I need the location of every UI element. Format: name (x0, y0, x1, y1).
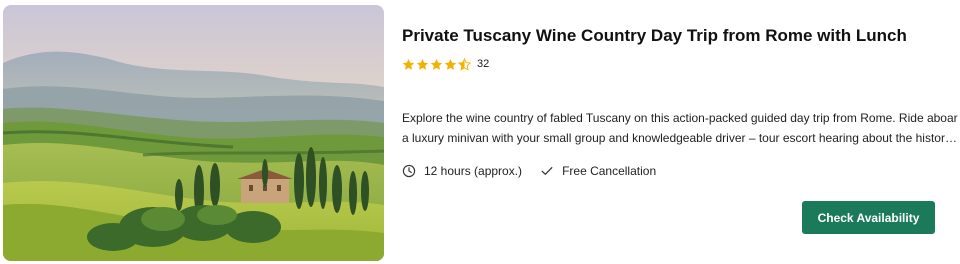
star-icon (402, 58, 415, 70)
star-icon (444, 58, 457, 70)
description-line: Explore the wine country of fabled Tusca… (402, 111, 958, 125)
duration: 12 hours (approx.) (402, 164, 522, 178)
product-description: Explore the wine country of fabled Tusca… (402, 108, 958, 148)
free-cancellation: Free Cancellation (540, 164, 656, 178)
duration-text: 12 hours (approx.) (424, 164, 523, 178)
check-availability-button[interactable]: Check Availability (802, 201, 935, 234)
product-image[interactable] (3, 5, 384, 261)
cancellation-text: Free Cancellation (562, 164, 657, 178)
product-features: 12 hours (approx.) Free Cancellation (402, 162, 656, 180)
clock-icon (402, 164, 416, 178)
tuscany-landscape-image (3, 5, 384, 261)
rating: 32 (402, 56, 489, 72)
star-icon (416, 58, 429, 70)
check-icon (541, 167, 553, 175)
product-card[interactable]: Private Tuscany Wine Country Day Trip fr… (0, 0, 960, 264)
star-icon (430, 58, 443, 70)
product-title[interactable]: Private Tuscany Wine Country Day Trip fr… (402, 25, 942, 47)
description-line: a luxury minivan with your small group a… (402, 131, 958, 145)
star-rating (402, 57, 472, 71)
half-star-icon (458, 57, 471, 71)
review-count[interactable]: 32 (477, 57, 489, 71)
